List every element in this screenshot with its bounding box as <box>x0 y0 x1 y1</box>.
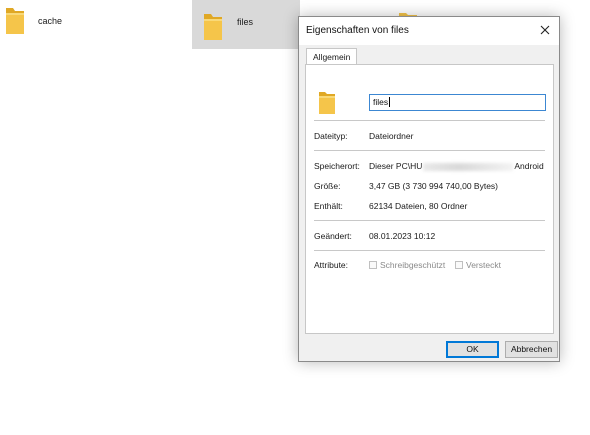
dialog-titlebar[interactable]: Eigenschaften von files <box>299 17 559 45</box>
close-icon[interactable] <box>535 20 555 40</box>
type-label: Dateityp: <box>314 131 348 141</box>
hidden-label: Versteckt <box>466 260 501 270</box>
separator <box>314 250 545 251</box>
readonly-checkbox[interactable]: Schreibgeschützt <box>369 260 445 270</box>
properties-dialog: Eigenschaften von files Allgemein files … <box>298 16 560 362</box>
attributes-label: Attribute: <box>314 260 349 270</box>
folder-name: cache <box>38 16 63 26</box>
folder-name: files <box>237 17 254 27</box>
folder-name-input[interactable]: files <box>369 94 546 111</box>
contains-value: 62134 Dateien, 80 Ordner <box>369 201 468 211</box>
modified-label: Geändert: <box>314 231 352 241</box>
location-value-prefix: Dieser PC\HU <box>369 161 423 171</box>
folder-item-files[interactable]: files <box>192 0 300 49</box>
contains-label: Enthält: <box>314 201 343 211</box>
readonly-label: Schreibgeschützt <box>380 260 446 270</box>
modified-value: 08.01.2023 10:12 <box>369 231 436 241</box>
cancel-button[interactable]: Abbrechen <box>505 341 558 358</box>
ok-button[interactable]: OK <box>446 341 499 358</box>
checkbox-box <box>455 261 463 269</box>
type-value: Dateiordner <box>369 131 414 141</box>
location-label: Speicherort: <box>314 161 360 171</box>
folder-icon <box>204 14 222 40</box>
separator <box>314 120 545 121</box>
separator <box>314 150 545 151</box>
hidden-checkbox[interactable]: Versteckt <box>455 260 501 270</box>
redacted-path <box>423 162 514 171</box>
name-input-text: files <box>373 97 391 107</box>
dialog-title: Eigenschaften von files <box>306 25 409 36</box>
location-value: Dieser PC\HU Android <box>369 161 544 171</box>
location-value-suffix: Android <box>514 161 544 171</box>
tab-strip: Allgemein <box>304 46 554 64</box>
general-tab-panel: files Dateityp: Dateiordner Speicherort:… <box>305 64 554 334</box>
size-label: Größe: <box>314 181 341 191</box>
checkbox-box <box>369 261 377 269</box>
separator <box>314 220 545 221</box>
folder-icon <box>319 92 335 114</box>
folder-icon <box>6 8 24 34</box>
size-value: 3,47 GB (3 730 994 740,00 Bytes) <box>369 181 499 191</box>
folder-item-cache[interactable]: cache <box>0 0 140 44</box>
tab-allgemein[interactable]: Allgemein <box>306 48 358 64</box>
